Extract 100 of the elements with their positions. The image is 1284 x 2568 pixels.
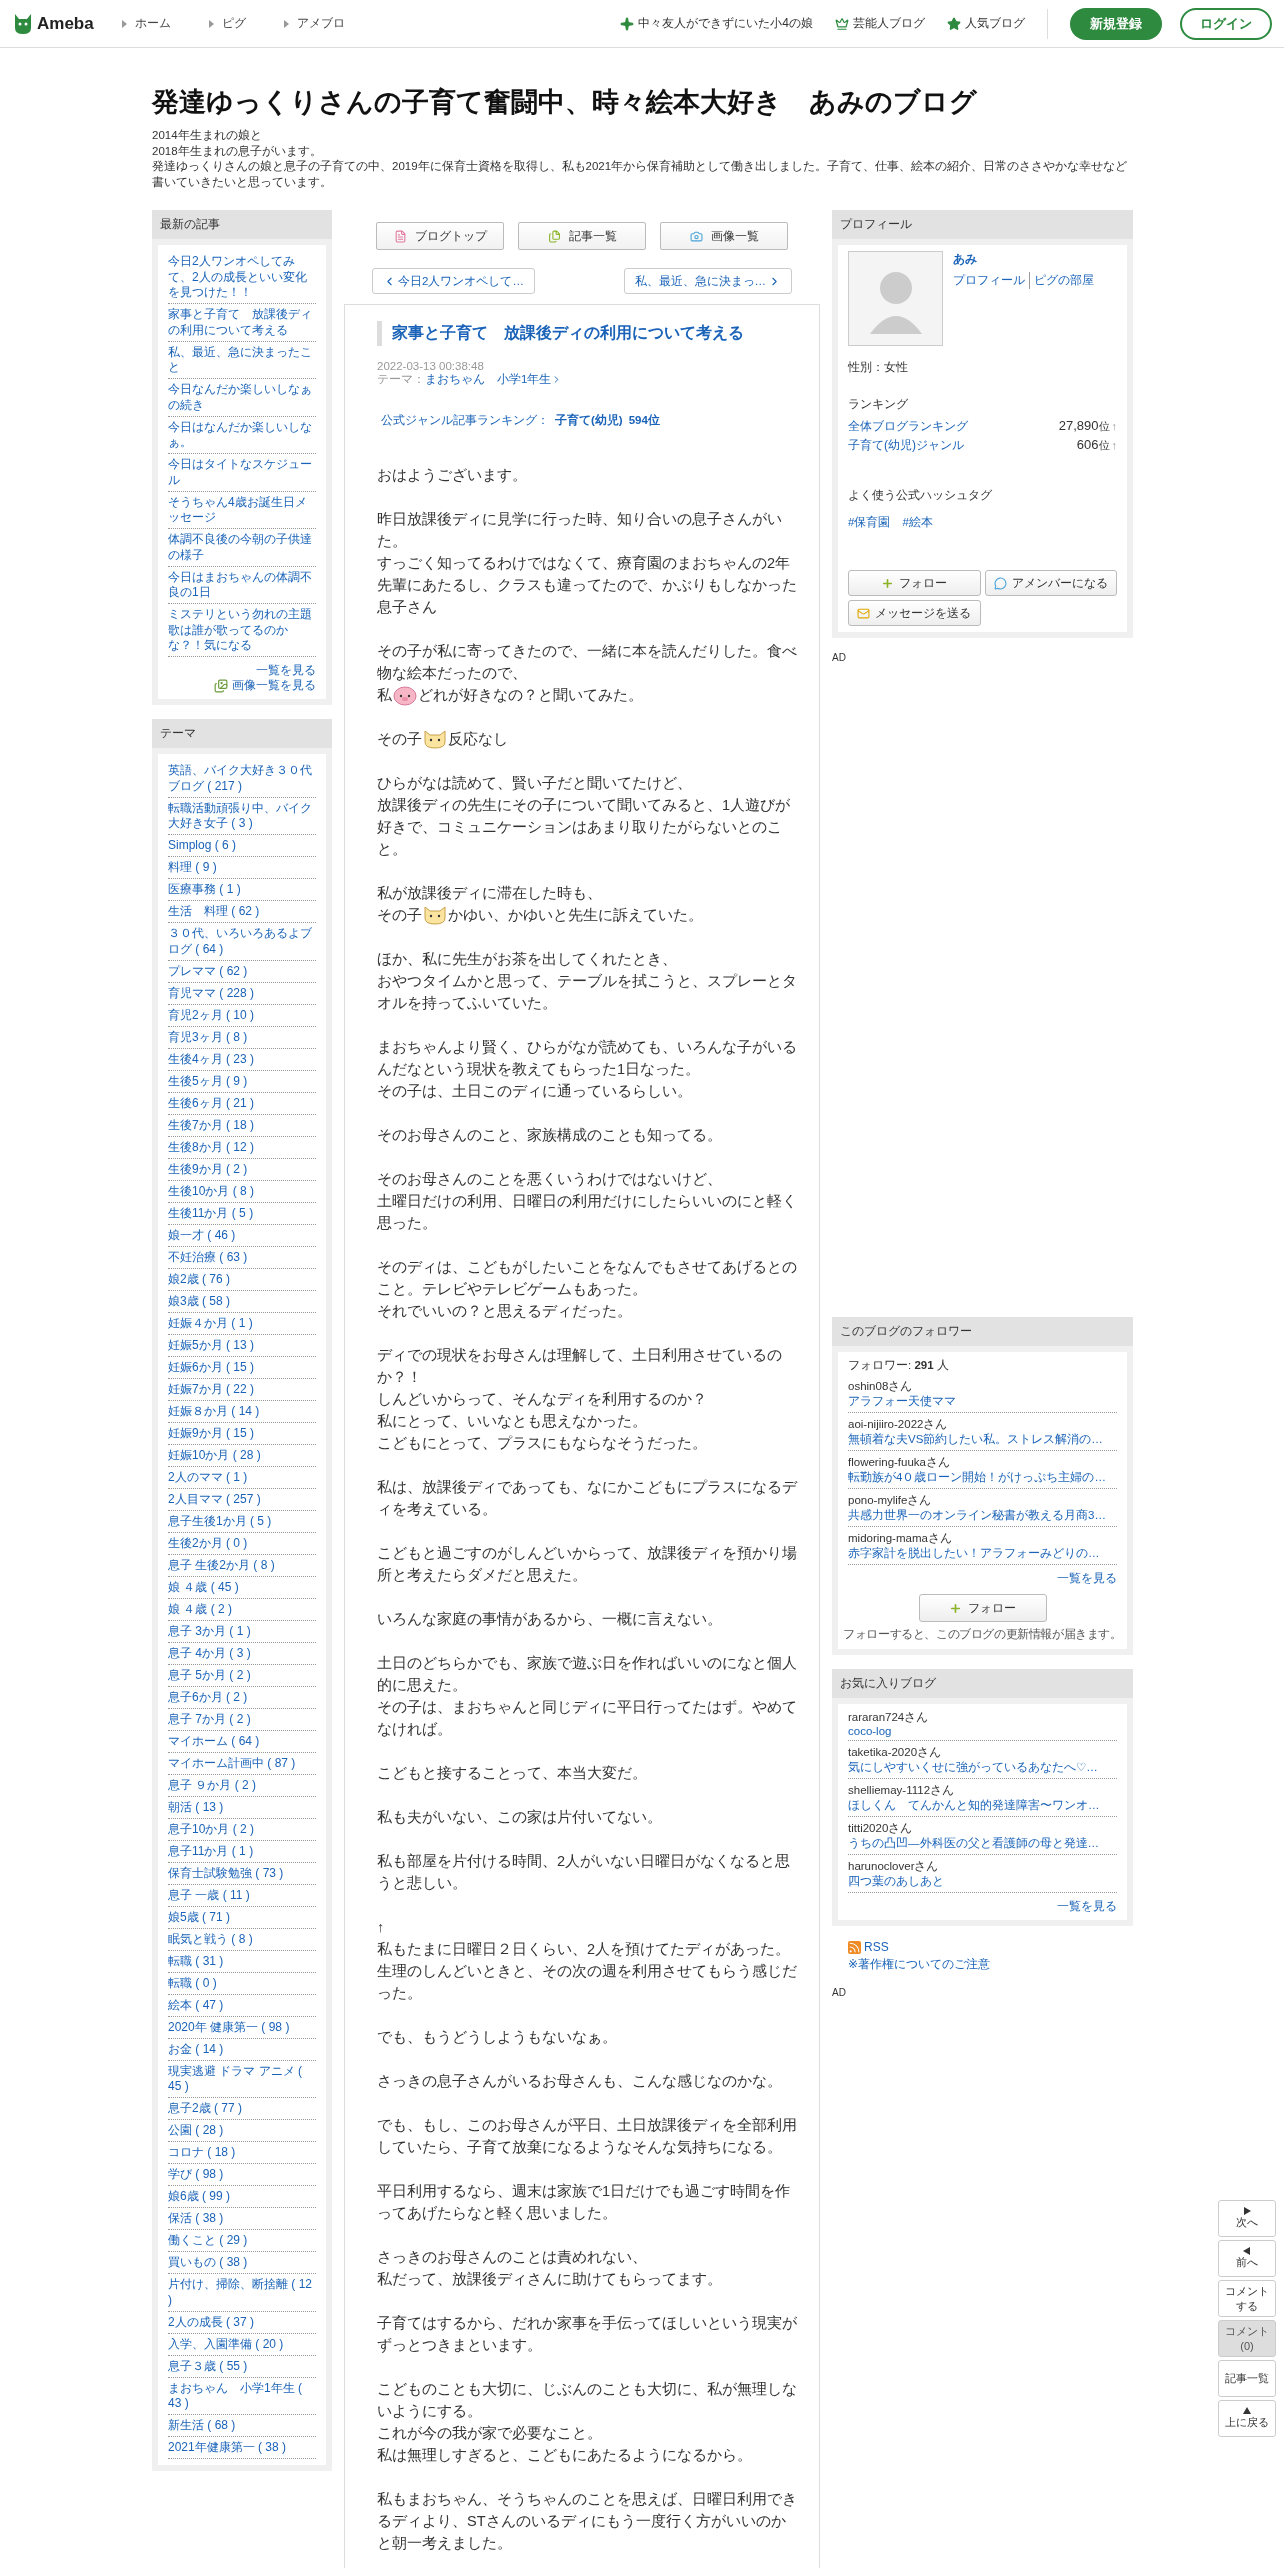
profile-action-button[interactable]: フォロー [848,570,981,597]
theme-link[interactable]: 転職活動頑張り中、バイク大好き女子 ( 3 ) [168,797,316,836]
favorite-blog-link[interactable]: ほしくん てんかんと知的発達障害〜ワンオ… [848,1798,1117,1818]
theme-link[interactable]: 2020年 健康第一 ( 98 ) [168,2016,316,2039]
more-link[interactable]: 一覧を見る [848,1571,1117,1587]
theme-link[interactable]: 保育士試験勉強 ( 73 ) [168,1862,316,1885]
theme-link[interactable]: 娘3歳 ( 58 ) [168,1290,316,1313]
theme-link[interactable]: 眠気と戦う ( 8 ) [168,1928,316,1951]
theme-link[interactable]: Simplog ( 6 ) [168,835,316,858]
header-link[interactable]: 中々友人ができずにいた小4の娘 [620,15,813,32]
follower-blog-link[interactable]: 無頓着な夫VS節約したい私。ストレス解消の… [848,1432,1117,1452]
previous-post-button[interactable]: 今日2人ワンオペして… [372,268,535,295]
login-button[interactable]: ログイン [1180,7,1272,40]
theme-link[interactable]: まおちゃん 小学1年生 [425,371,563,387]
theme-link[interactable]: マイホーム ( 64 ) [168,1730,316,1753]
follower-blog-link[interactable]: 転勤族が4０歳ローン開始！がけっぷち主婦の… [848,1470,1117,1490]
recent-post-link[interactable]: そうちゃん4歳お誕生日メッセージ [168,491,316,530]
theme-link[interactable]: 生後4ヶ月 ( 23 ) [168,1048,316,1071]
more-link[interactable]: 一覧を見る [848,1899,1117,1915]
theme-link[interactable]: 学び ( 98 ) [168,2164,316,2187]
theme-link[interactable]: 息子 4か月 ( 3 ) [168,1642,316,1665]
theme-link[interactable]: 息子 一歳 ( 11 ) [168,1884,316,1907]
hashtag-link[interactable]: #絵本 [902,515,933,531]
signup-button[interactable]: 新規登録 [1070,7,1162,40]
theme-link[interactable]: 公園 ( 28 ) [168,2120,316,2143]
theme-link[interactable]: 育児3ヶ月 ( 8 ) [168,1026,316,1049]
nav-link[interactable]: ホーム [121,15,171,32]
theme-link[interactable]: 絵本 ( 47 ) [168,1994,316,2017]
follower-blog-link[interactable]: 赤字家計を脱出したい！アラフォーみどりの… [848,1546,1117,1566]
recent-post-link[interactable]: 今日なんだか楽しいしなぁの続き [168,379,316,417]
theme-link[interactable]: まおちゃん 小学1年生 ( 43 ) [168,2377,316,2416]
blog-nav-button[interactable]: 記事一覧 [518,222,646,251]
follow-button[interactable]: フォロー [918,1594,1047,1623]
theme-link[interactable]: 新生活 ( 68 ) [168,2415,316,2438]
theme-link[interactable]: 妊娠10か月 ( 28 ) [168,1444,316,1467]
recent-post-link[interactable]: 家事と子育て 放課後ディの利用について考える [168,304,316,342]
theme-link[interactable]: 娘2歳 ( 76 ) [168,1268,316,1291]
hashtag-link[interactable]: #保育園 [848,515,891,531]
side-nav-button[interactable]: 上に戻る [1218,2400,1276,2437]
theme-link[interactable]: 息子 生後2か月 ( 8 ) [168,1554,316,1577]
theme-link[interactable]: 妊娠４か月 ( 1 ) [168,1312,316,1335]
next-post-button[interactable]: 私、最近、急に決まっ… [623,268,792,295]
side-nav-button[interactable]: 次へ [1218,2200,1276,2237]
theme-link[interactable]: 転職 ( 0 ) [168,1972,316,1995]
theme-link[interactable]: 買いもの ( 38 ) [168,2252,316,2275]
theme-link[interactable]: 朝活 ( 13 ) [168,1796,316,1819]
theme-link[interactable]: 生後10か月 ( 8 ) [168,1180,316,1203]
theme-link[interactable]: 2人の成長 ( 37 ) [168,2311,316,2334]
blog-nav-button[interactable]: ブログトップ [376,222,504,251]
theme-link[interactable]: 娘6歳 ( 99 ) [168,2186,316,2209]
theme-link[interactable]: 転職 ( 31 ) [168,1950,316,1973]
theme-link[interactable]: 息子生後1か月 ( 5 ) [168,1510,316,1533]
profile-link[interactable]: ピグの部屋 [1029,272,1098,290]
theme-link[interactable]: 保活 ( 38 ) [168,2208,316,2231]
theme-link[interactable]: 生後9か月 ( 2 ) [168,1158,316,1181]
more-link[interactable]: 一覧を見る [168,663,316,679]
ranking-link[interactable]: 子育て(幼児)ジャンル [848,437,964,455]
nav-link[interactable]: ピグ [208,15,246,32]
theme-link[interactable]: 生後8か月 ( 12 ) [168,1136,316,1159]
theme-link[interactable]: 息子6か月 ( 2 ) [168,1686,316,1709]
logo-text[interactable]: Ameba [37,13,94,34]
theme-link[interactable]: コロナ ( 18 ) [168,2142,316,2165]
ranking-link[interactable]: 全体ブログランキング [848,418,968,436]
theme-link[interactable]: 息子 7か月 ( 2 ) [168,1708,316,1731]
theme-link[interactable]: 息子３歳 ( 55 ) [168,2355,316,2378]
theme-link[interactable]: 片付け、掃除、断捨離 ( 12 ) [168,2274,316,2312]
theme-link[interactable]: 育児ママ ( 228 ) [168,982,316,1005]
side-nav-button[interactable]: 記事一覧 [1218,2360,1276,2397]
theme-link[interactable]: 娘5歳 ( 71 ) [168,1906,316,1929]
theme-link[interactable]: 妊娠7か月 ( 22 ) [168,1378,316,1401]
theme-link[interactable]: 料理 ( 9 ) [168,857,316,880]
theme-link[interactable]: 妊娠８か月 ( 14 ) [168,1400,316,1423]
theme-link[interactable]: 2021年健康第一 ( 38 ) [168,2437,316,2460]
side-nav-button[interactable]: 前へ [1218,2240,1276,2277]
theme-link[interactable]: 生後7か月 ( 18 ) [168,1114,316,1137]
theme-link[interactable]: 妊娠6か月 ( 15 ) [168,1356,316,1379]
image-list-link[interactable]: 画像一覧を見る [168,678,316,694]
profile-action-button[interactable]: アメンバーになる [984,570,1117,597]
theme-link[interactable]: 英語、バイク大好き３０代ブログ ( 217 ) [168,760,316,798]
header-link[interactable]: 芸能人ブログ [835,15,925,32]
theme-link[interactable]: 生活 料理 ( 62 ) [168,901,316,924]
theme-link[interactable]: 2人のママ ( 1 ) [168,1466,316,1489]
theme-link[interactable]: 現実逃避 ドラマ アニメ ( 45 ) [168,2060,316,2099]
recent-post-link[interactable]: 体調不良後の今朝の子供達の様子 [168,529,316,567]
recent-post-link[interactable]: 今日はタイトなスケジュール [168,454,316,492]
theme-link[interactable]: 息子11か月 ( 1 ) [168,1840,316,1863]
theme-link[interactable]: 妊娠5か月 ( 13 ) [168,1334,316,1357]
nav-link[interactable]: アメブロ [283,15,345,32]
theme-link[interactable]: 入学、入園準備 ( 20 ) [168,2333,316,2356]
theme-link[interactable]: 娘 ４歳 ( 45 ) [168,1576,316,1599]
theme-link[interactable]: 生後5ヶ月 ( 9 ) [168,1070,316,1093]
recent-post-link[interactable]: 今日2人ワンオペしてみて、2人の成長といい変化を見つけた！！ [168,251,316,305]
theme-link[interactable]: お金 ( 14 ) [168,2038,316,2061]
profile-link[interactable]: プロフィール [953,272,1029,290]
theme-link[interactable]: プレママ ( 62 ) [168,960,316,983]
ranking-genre-link[interactable]: 子育て(幼児) [555,412,623,428]
theme-link[interactable]: 息子10か月 ( 2 ) [168,1818,316,1841]
theme-link[interactable]: 娘 ４歳 ( 2 ) [168,1598,316,1621]
theme-link[interactable]: 娘一才 ( 46 ) [168,1224,316,1247]
theme-link[interactable]: 息子 3か月 ( 1 ) [168,1620,316,1643]
